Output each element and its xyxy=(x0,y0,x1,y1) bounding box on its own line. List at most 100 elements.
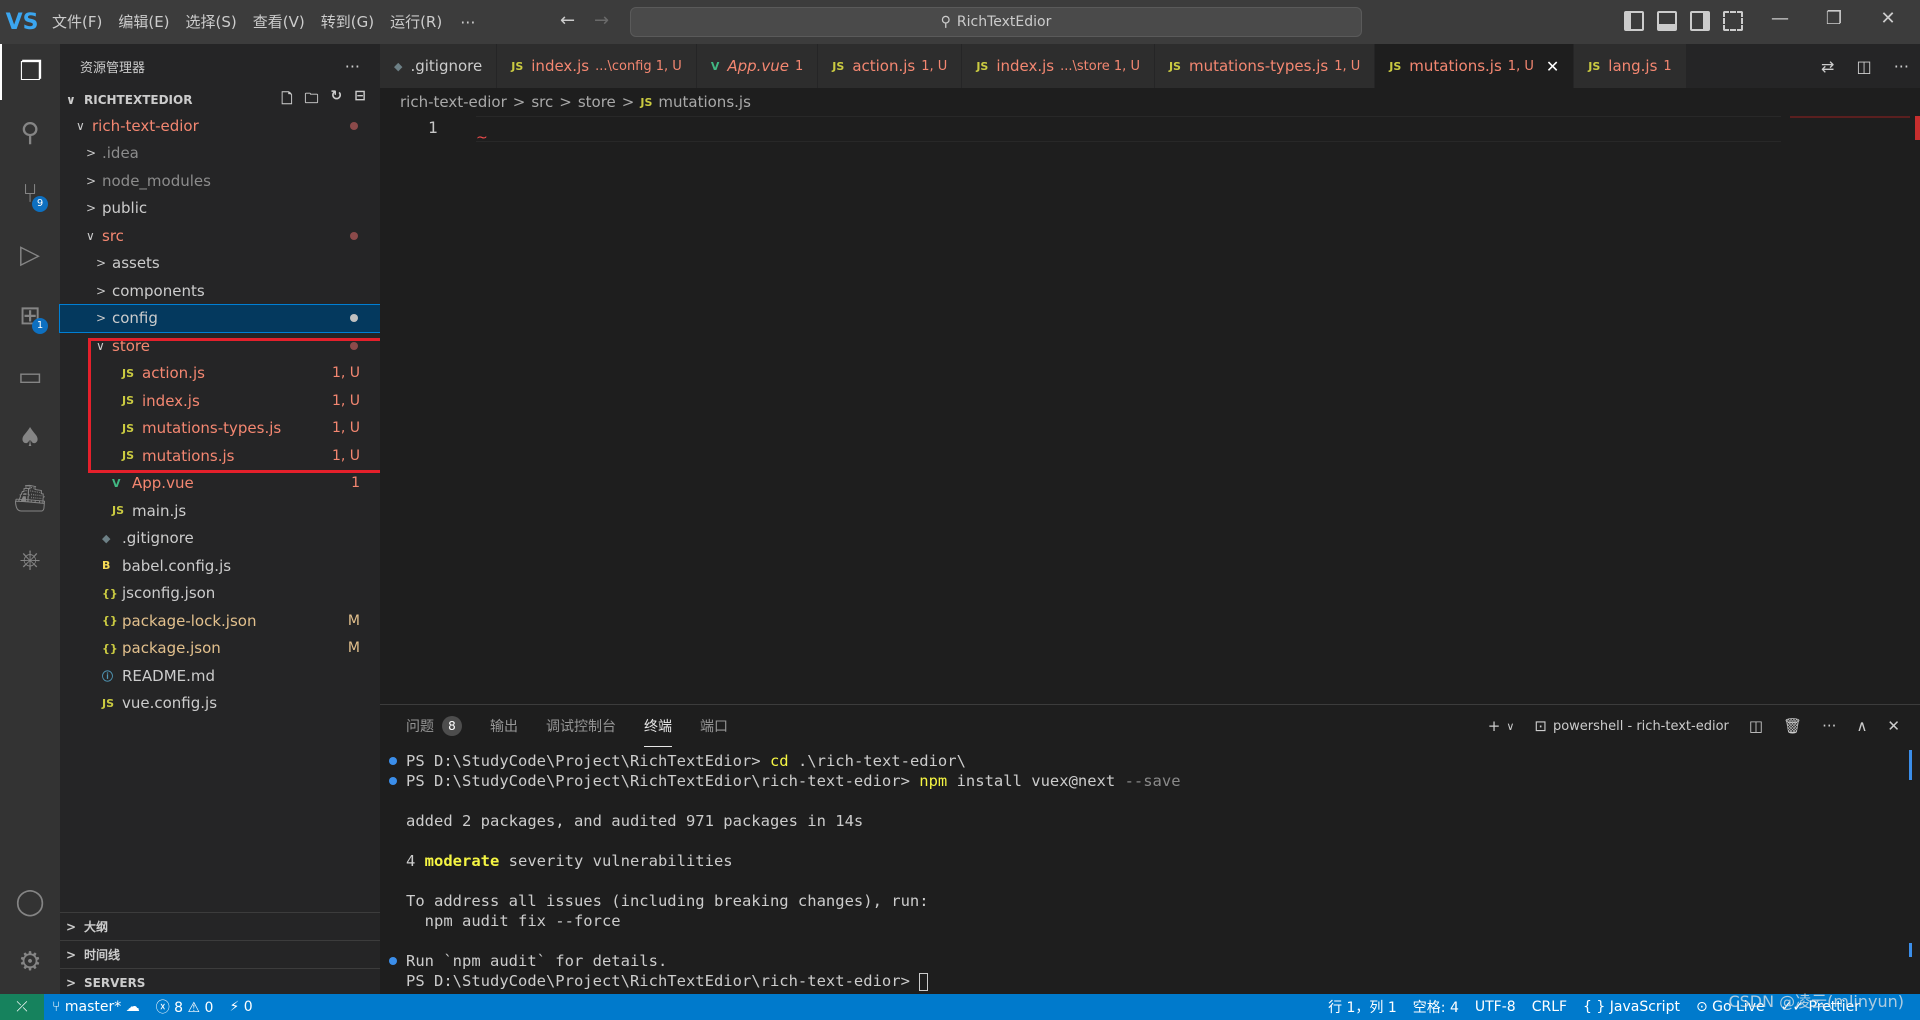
panel-tab[interactable]: 端口 xyxy=(700,705,728,747)
run-debug-icon[interactable]: ▷ xyxy=(0,227,60,283)
overview-ruler-error xyxy=(1915,116,1920,140)
tree-file[interactable]: Bbabel.config.js xyxy=(60,552,380,580)
menu-item[interactable]: 编辑(E) xyxy=(110,7,177,37)
editor-tab[interactable]: JS mutations.js 1, U ✕ xyxy=(1375,44,1575,88)
forward-arrow-icon[interactable]: → xyxy=(594,10,609,31)
menu-item[interactable]: 文件(F) xyxy=(44,7,110,37)
panel-tab[interactable]: 调试控制台 xyxy=(546,705,616,747)
menu-item[interactable]: 选择(S) xyxy=(178,7,245,37)
menu-item[interactable]: 查看(V) xyxy=(245,7,313,37)
tree-folder[interactable]: > components xyxy=(60,277,380,305)
remote-indicator-icon[interactable]: ⤫ xyxy=(0,994,44,1020)
toggle-panel-icon[interactable] xyxy=(1657,11,1677,31)
new-terminal-icon[interactable]: + xyxy=(1488,717,1501,735)
tree-file[interactable]: JS main.js xyxy=(60,497,380,525)
close-window-icon[interactable]: ✕ xyxy=(1866,8,1910,29)
workspace-root[interactable]: ∨ RICHTEXTEDIOR 🗋 🗀 ↻ ⊟ xyxy=(60,88,380,112)
split-editor-icon[interactable]: ◫ xyxy=(1857,57,1872,76)
editor-tab[interactable]: JS index.js ...\store 1, U xyxy=(962,44,1155,88)
editor-tab[interactable]: JS mutations-types.js 1, U xyxy=(1154,44,1376,88)
files-icon[interactable]: ❐ xyxy=(0,44,60,100)
kubernetes-icon[interactable]: ⎈ xyxy=(0,532,60,588)
mongodb-icon[interactable]: ♠ xyxy=(0,410,60,466)
breadcrumb-item[interactable]: store xyxy=(578,93,616,111)
indentation-status[interactable]: 空格: 4 xyxy=(1405,997,1467,1017)
toggle-primary-sidebar-icon[interactable] xyxy=(1624,11,1644,31)
tree-file[interactable]: JS vue.config.js xyxy=(60,690,380,718)
tree-folder[interactable]: ∨ rich-text-edior xyxy=(60,112,380,140)
source-control-icon[interactable]: ⑂ 9 xyxy=(0,166,60,222)
code-editor[interactable]: 1 ~ xyxy=(380,116,1920,704)
terminal-selector[interactable]: ⊡ powershell - rich-text-edior xyxy=(1534,717,1729,735)
tree-folder[interactable]: > .idea xyxy=(60,140,380,168)
tree-folder[interactable]: > public xyxy=(60,195,380,223)
collapse-all-icon[interactable]: ⊟ xyxy=(354,88,366,112)
breadcrumb-file[interactable]: mutations.js xyxy=(658,93,751,111)
editor-tab[interactable]: JS lang.js 1 xyxy=(1574,44,1687,88)
ports-status[interactable]: ⚡ 0 xyxy=(221,999,260,1015)
panel-tab[interactable]: 问题 8 xyxy=(406,705,462,747)
maximize-panel-icon[interactable]: ∧ xyxy=(1856,717,1867,735)
tree-file[interactable]: {} package.json M xyxy=(60,635,380,663)
chevron-down-icon: ∨ xyxy=(66,93,76,107)
tree-file[interactable]: {} package-lock.json M xyxy=(60,607,380,635)
language-mode[interactable]: { } JavaScript xyxy=(1575,999,1688,1015)
command-decoration-icon[interactable] xyxy=(389,757,397,765)
breadcrumb-item[interactable]: rich-text-edior xyxy=(400,93,507,111)
eol-status[interactable]: CRLF xyxy=(1524,999,1575,1015)
menu-more-icon[interactable]: ··· xyxy=(450,13,485,32)
tree-folder[interactable]: > config xyxy=(59,303,381,333)
command-center-search[interactable]: ⚲ RichTextEdior xyxy=(630,7,1362,37)
explorer-more-icon[interactable]: ··· xyxy=(345,57,360,76)
panel-more-icon[interactable]: ··· xyxy=(1822,717,1836,735)
panel-tab[interactable]: 输出 xyxy=(490,705,518,747)
remote-explorer-icon[interactable]: ▭ xyxy=(0,349,60,405)
menu-item[interactable]: 转到(G) xyxy=(313,7,382,37)
new-file-icon[interactable]: 🗋 xyxy=(281,88,292,112)
encoding-status[interactable]: UTF-8 xyxy=(1467,999,1524,1015)
cursor-position[interactable]: 行 1，列 1 xyxy=(1320,997,1405,1017)
restore-icon[interactable]: ❐ xyxy=(1812,8,1856,29)
tree-folder[interactable]: > node_modules xyxy=(60,167,380,195)
minimize-icon[interactable]: — xyxy=(1758,8,1802,29)
terminal-dropdown-icon[interactable]: ∨ xyxy=(1506,720,1514,733)
command-decoration-icon[interactable] xyxy=(389,957,397,965)
customize-layout-icon[interactable] xyxy=(1723,11,1743,31)
tree-folder[interactable]: ∨ src xyxy=(60,222,380,250)
modified-dot-icon xyxy=(350,231,358,240)
extensions-icon[interactable]: ⊞ 1 xyxy=(0,288,60,344)
tree-file[interactable]: ⓘ README.md xyxy=(60,662,380,690)
close-tab-icon[interactable]: ✕ xyxy=(1546,57,1559,76)
branch-status[interactable]: ⑂ master* ☁ xyxy=(44,999,148,1015)
timeline-section[interactable]: > 时间线 xyxy=(60,940,380,968)
settings-gear-icon[interactable]: ⚙ xyxy=(0,934,60,990)
panel-tab[interactable]: 终端 xyxy=(644,705,672,747)
servers-section[interactable]: > SERVERS xyxy=(60,968,380,996)
tree-file[interactable]: {} jsconfig.json xyxy=(60,580,380,608)
search-icon[interactable]: ⚲ xyxy=(0,105,60,161)
new-folder-icon[interactable]: 🗀 xyxy=(305,88,319,112)
menu-item[interactable]: 运行(R) xyxy=(382,7,450,37)
editor-tab[interactable]: JS action.js 1, U xyxy=(818,44,963,88)
refresh-icon[interactable]: ↻ xyxy=(331,88,343,112)
accounts-icon[interactable]: ◯ xyxy=(0,874,60,930)
split-terminal-icon[interactable]: ◫ xyxy=(1749,717,1763,735)
back-arrow-icon[interactable]: ← xyxy=(560,10,575,31)
tree-file[interactable]: V App.vue 1 xyxy=(60,470,380,498)
breadcrumb-item[interactable]: src xyxy=(531,93,553,111)
terminal-output[interactable]: PS D:\StudyCode\Project\RichTextEdior> c… xyxy=(380,751,1920,991)
close-panel-icon[interactable]: ✕ xyxy=(1887,717,1900,735)
tree-file[interactable]: ◆ .gitignore xyxy=(60,525,380,553)
kill-terminal-icon[interactable]: 🗑 xyxy=(1783,717,1802,735)
outline-section[interactable]: > 大纲 xyxy=(60,912,380,940)
toggle-secondary-sidebar-icon[interactable] xyxy=(1690,11,1710,31)
more-actions-icon[interactable]: ··· xyxy=(1894,57,1909,76)
editor-tab[interactable]: ◆ .gitignore xyxy=(380,44,498,88)
command-decoration-icon[interactable] xyxy=(389,777,397,785)
open-changes-icon[interactable]: ⇄ xyxy=(1821,57,1834,76)
tree-folder[interactable]: > assets xyxy=(60,250,380,278)
editor-tab[interactable]: V App.vue 1 xyxy=(696,44,819,88)
docker-icon[interactable]: ⛴ xyxy=(0,471,60,527)
problems-status[interactable]: ⓧ 8 ⚠ 0 xyxy=(148,997,222,1017)
editor-tab[interactable]: JS index.js ...\config 1, U xyxy=(497,44,697,88)
